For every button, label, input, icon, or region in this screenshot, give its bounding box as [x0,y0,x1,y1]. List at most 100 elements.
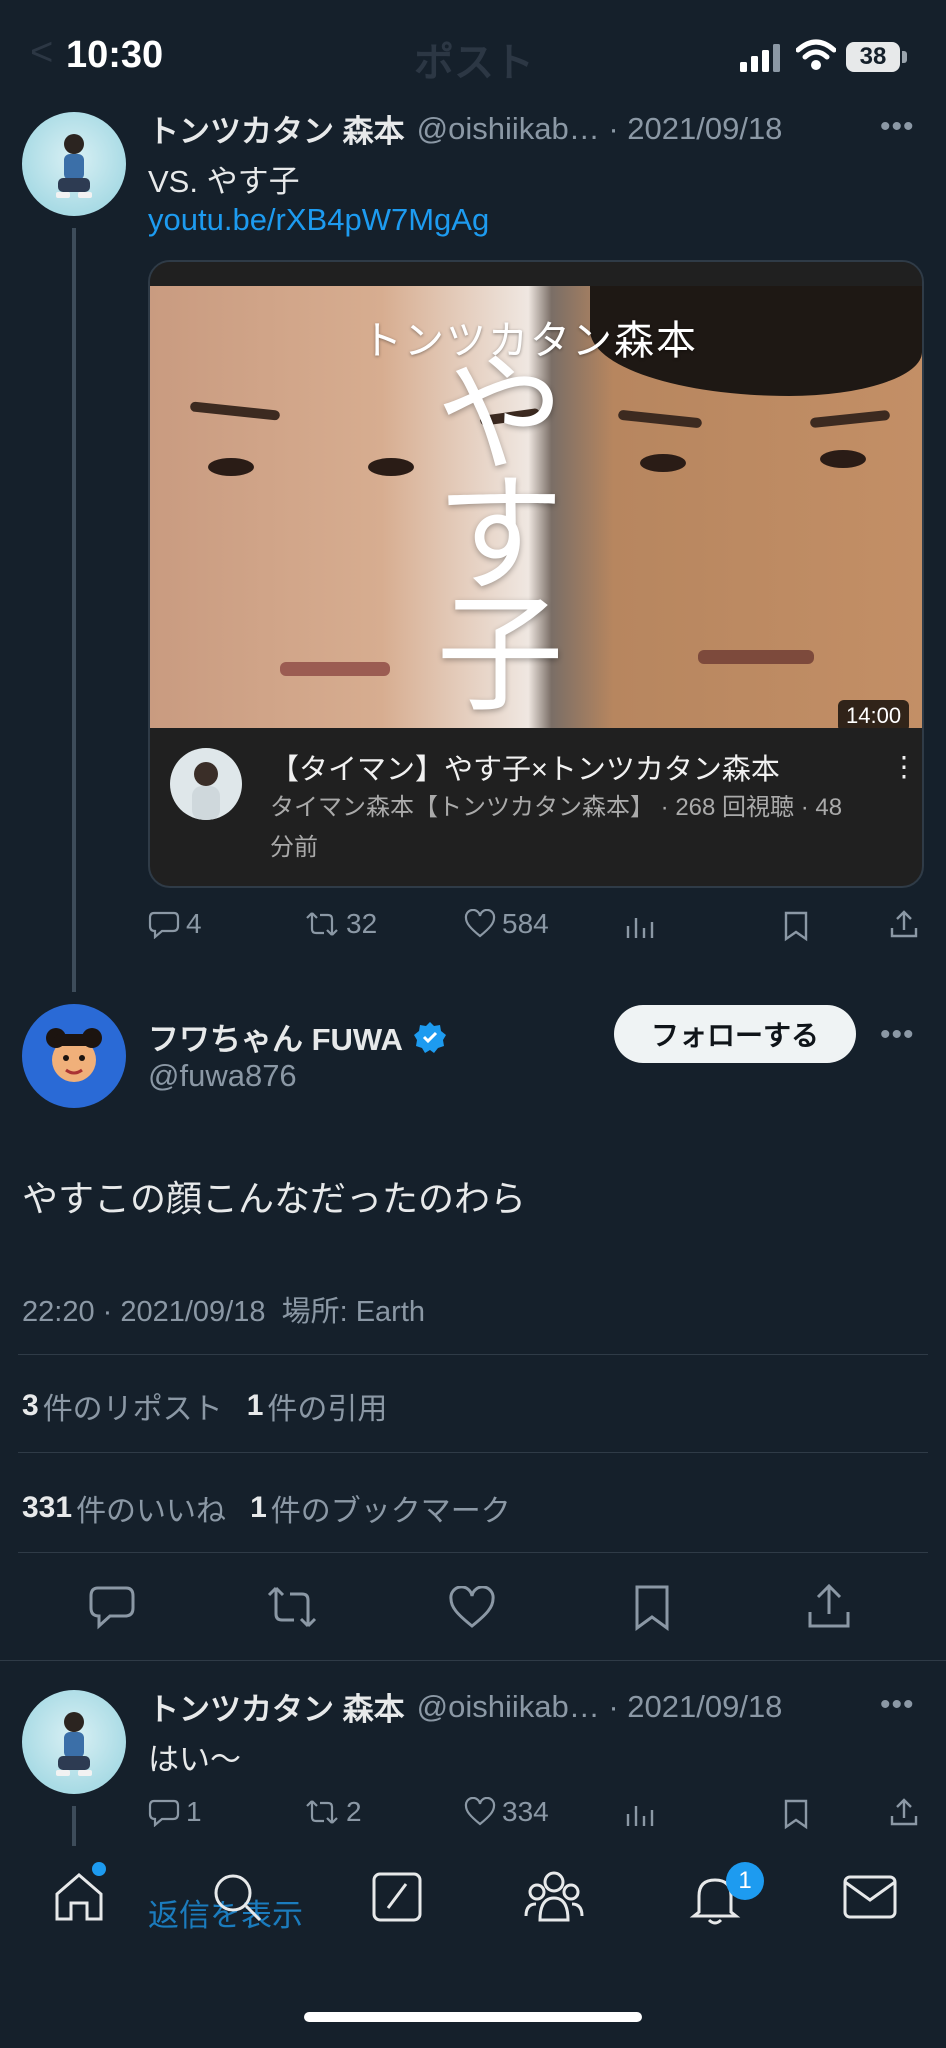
author-handle-date[interactable]: @oishiikab… · 2021/09/18 [417,111,783,147]
card-top-bar [150,262,922,286]
reposts-label[interactable]: 件のリポスト [43,1384,223,1428]
heart-icon [464,909,496,938]
reply-button[interactable]: 1 [148,1796,202,1828]
divider [18,1452,928,1453]
more-options-icon[interactable]: ••• [880,1018,915,1052]
stats-row-likes: 331 件のいいね 1 件のブックマーク [22,1486,511,1530]
notifications-badge: 1 [726,1862,764,1900]
more-options-icon[interactable]: ••• [880,110,915,144]
back-icon[interactable]: < [30,30,53,75]
like-count: 584 [502,908,549,939]
bookmarks-count[interactable]: 1 [250,1491,267,1525]
channel-avatar[interactable] [170,748,242,820]
youtube-card[interactable]: トンツカタン森本 やす子 14:00 【タイマン】やす子×トンツカタン森本 タイ… [148,260,924,888]
reply-header: トンツカタン 森本 @oishiikab… · 2021/09/18 [148,1684,782,1729]
thumbnail-eye [368,458,414,476]
share-icon[interactable] [806,1582,852,1630]
main-author-row: フワちゃん FUWA [148,1014,447,1059]
like-button[interactable]: 334 [464,1796,549,1828]
reply-icon[interactable] [88,1584,136,1630]
thumbnail-brow [617,409,703,429]
header-title: ポスト [414,41,534,85]
views-icon[interactable] [624,1800,654,1830]
author-handle-date[interactable]: @oishiikab… · 2021/09/18 [417,1689,783,1725]
share-icon[interactable] [888,1796,920,1828]
heart-icon[interactable] [448,1586,496,1630]
likes-count[interactable]: 331 [22,1491,72,1525]
wifi-icon [796,39,836,70]
repost-icon [306,1800,338,1824]
signal-icon [740,44,780,72]
compose-icon[interactable] [370,1870,424,1924]
bookmarks-label[interactable]: 件のブックマーク [271,1486,511,1530]
communities-icon[interactable] [524,1868,584,1924]
home-indicator [304,2012,642,2022]
divider [0,1660,946,1661]
home-notification-dot [92,1862,106,1876]
quotes-count[interactable]: 1 [247,1389,264,1423]
avatar[interactable] [22,112,126,216]
post-meta: 22:20 · 2021/09/18 場所: Earth [22,1296,426,1328]
status-time: 10:30 [66,34,164,76]
bookmark-icon[interactable] [782,910,810,942]
thumbnail-eye [820,450,866,468]
repost-icon [306,912,338,936]
bookmark-icon[interactable] [782,1798,810,1830]
avatar[interactable] [22,1004,126,1108]
reply-count: 4 [186,908,202,939]
stats-row-reposts: 3 件のリポスト 1 件の引用 [22,1384,387,1428]
avatar[interactable] [22,1690,126,1794]
reply-icon [148,1799,180,1827]
post-header: トンツカタン 森本 @oishiikab… · 2021/09/18 [148,106,782,151]
heart-icon [464,1797,496,1826]
thread-line [72,228,76,992]
author-name[interactable]: トンツカタン 森本 [148,1684,405,1729]
video-title[interactable]: 【タイマン】やす子×トンツカタン森本 [270,746,780,788]
author-name[interactable]: フワちゃん FUWA [148,1014,403,1059]
video-duration: 14:00 [838,700,910,728]
reply-text: はい〜 [148,1742,241,1777]
battery-indicator: 38 [846,42,900,72]
repost-button[interactable]: 32 [304,908,377,940]
likes-label[interactable]: 件のいいね [76,1486,226,1530]
like-count: 334 [502,1796,549,1827]
video-subtitle: タイマン森本【トンツカタン森本】 · 268 回視聴 · 48 分前 [270,794,843,861]
bookmark-icon[interactable] [632,1584,672,1632]
thumbnail-eye [208,458,254,476]
thumbnail-big-text: やす子 [435,341,564,728]
quotes-label[interactable]: 件の引用 [267,1384,387,1428]
main-post-text: やすこの顔こんなだったのわら [22,1178,527,1219]
reply-icon [148,911,180,939]
video-menu-icon[interactable]: ⋮ [890,750,918,783]
reposts-count[interactable]: 3 [22,1389,39,1423]
more-options-icon[interactable]: ••• [880,1688,915,1722]
reply-button[interactable]: 4 [148,908,202,940]
battery-nub [902,51,907,63]
thumbnail-brow [809,409,891,429]
like-button[interactable]: 584 [464,908,549,940]
follow-button[interactable]: フォローする [614,1005,856,1063]
reply-count: 1 [186,1796,202,1827]
thread-line [72,1806,76,1846]
post-text: VS. やす子 [148,164,300,199]
views-icon[interactable] [624,912,654,942]
home-icon[interactable] [52,1870,106,1924]
repost-icon[interactable] [264,1584,320,1630]
repost-button[interactable]: 2 [304,1796,362,1828]
thumbnail-mouth [698,650,814,664]
share-icon[interactable] [888,908,920,940]
thumbnail-brow [189,401,281,421]
repost-count: 2 [346,1796,362,1827]
repost-count: 32 [346,908,378,939]
thumbnail-mouth [280,662,390,676]
verified-badge-icon [413,1021,446,1053]
video-thumbnail[interactable]: トンツカタン森本 やす子 14:00 [150,286,922,728]
search-icon[interactable] [210,1870,264,1924]
thumbnail-eye [640,454,686,472]
divider [18,1354,928,1355]
divider [18,1552,928,1553]
author-handle[interactable]: @fuwa876 [148,1058,297,1094]
author-name[interactable]: トンツカタン 森本 [148,106,405,151]
post-link[interactable]: youtu.be/rXB4pW7MgAg [148,202,489,238]
messages-icon[interactable] [842,1874,898,1920]
